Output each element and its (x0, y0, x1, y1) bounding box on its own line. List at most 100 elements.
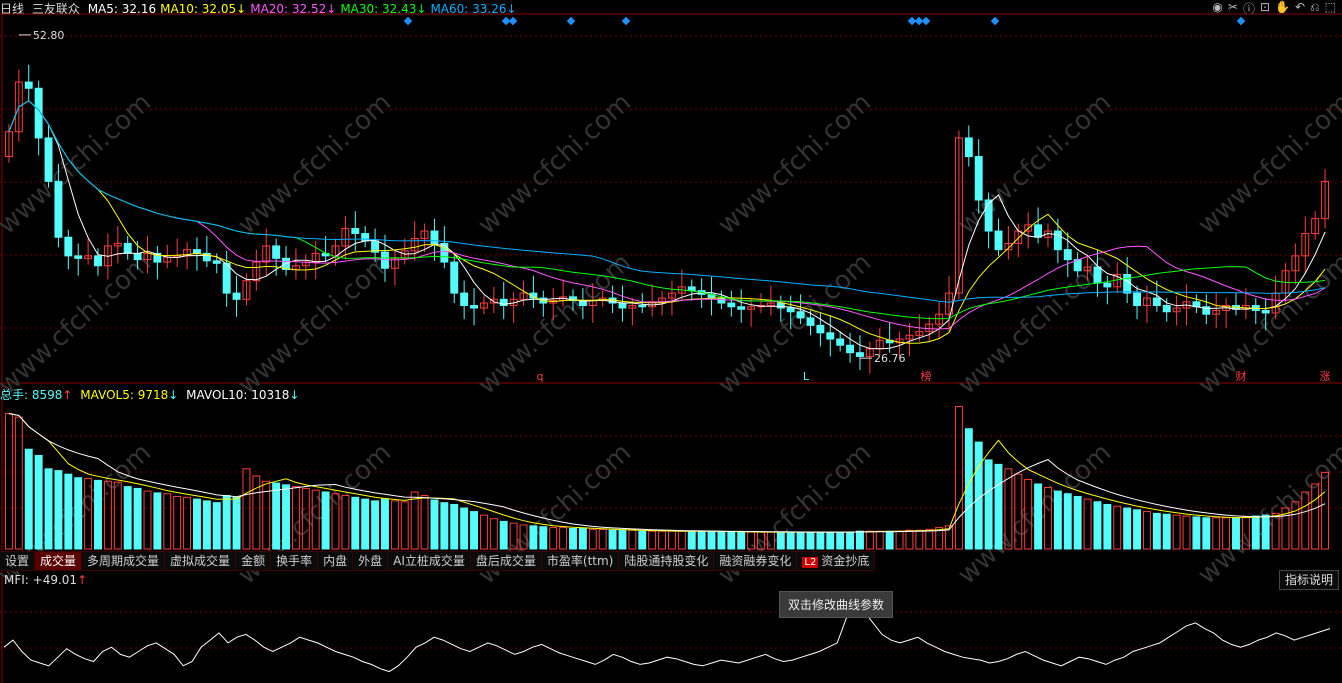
event-marker-label: L (803, 370, 810, 383)
candle-body (836, 338, 845, 346)
candle-body (796, 311, 805, 319)
candle-body (846, 344, 855, 354)
volume-total: 总手: 8598 (0, 388, 63, 402)
volume-bar (1113, 505, 1122, 550)
volume-bar (1182, 515, 1191, 550)
volume-bar (737, 531, 746, 550)
candle-body (717, 297, 726, 304)
volume-bar (410, 491, 419, 550)
volume-bar (351, 496, 360, 550)
candle-body (727, 302, 736, 308)
volume-bar (123, 486, 132, 550)
candle-body (964, 137, 973, 158)
volume-bar (143, 490, 152, 550)
volume-bar (479, 514, 488, 550)
ma10-line (8, 100, 1326, 344)
volume-bar (34, 454, 43, 550)
volume-bar (183, 496, 192, 550)
candle-body (776, 302, 785, 309)
tab-5[interactable]: 换手率 (271, 552, 319, 570)
candle-body (450, 261, 459, 294)
tab-2[interactable]: 多周期成交量 (82, 552, 166, 570)
tab-0[interactable]: 设置 (0, 552, 36, 570)
tab-label: 盘后成交量 (475, 554, 536, 568)
tab-12[interactable]: 融资融券变化 (714, 552, 798, 570)
volume-bar (895, 530, 904, 550)
tab-label: 资金抄底 (821, 554, 870, 568)
tab-7[interactable]: 外盘 (353, 552, 389, 570)
volume-bar (974, 441, 983, 550)
candle-body (381, 251, 389, 269)
volume-bar (1063, 493, 1072, 550)
volume-bar (865, 530, 874, 550)
volume-bar (272, 482, 281, 550)
volume-bar (638, 530, 647, 550)
tab-label: 设置 (5, 554, 30, 568)
tab-13[interactable]: L2 资金抄底 (797, 552, 876, 570)
event-marker-label: 财 (1236, 369, 1247, 383)
candle-body (1123, 273, 1132, 294)
volume-bar (133, 487, 142, 550)
volume-bar (618, 529, 627, 550)
volume-bar (1123, 507, 1132, 550)
volume-bar (697, 530, 706, 550)
candle-body (1261, 309, 1270, 314)
event-diamond-marker (508, 16, 518, 26)
tab-9[interactable]: 盘后成交量 (471, 552, 542, 570)
volume-bar (1034, 483, 1043, 550)
mfi-line (3, 599, 1331, 673)
event-diamond-marker (621, 16, 631, 26)
volume-bar (440, 502, 449, 550)
candle-body (470, 305, 479, 309)
volume-bar (776, 531, 785, 550)
mavol10-arrow: ↓ (289, 388, 300, 402)
volume-bar (628, 529, 637, 550)
volume-bar (1162, 513, 1171, 550)
volume-bar (559, 527, 568, 550)
tab-1[interactable]: 成交量 (35, 552, 83, 570)
watermark-text: www.cfchi.com (232, 248, 397, 401)
volume-bar (1152, 512, 1161, 550)
stock-chart[interactable]: www.cfchi.com www.cfchi.com www.cfchi.com w… (0, 0, 1342, 683)
volume-bar (400, 501, 409, 550)
volume-bar (420, 495, 429, 550)
tab-3[interactable]: 虚拟成交量 (165, 552, 237, 570)
event-marker-label: 涨 (1320, 370, 1331, 383)
tab-4[interactable]: 金额 (236, 552, 272, 570)
volume-bar (44, 468, 53, 550)
watermark-text: www.cfchi.com (232, 88, 397, 241)
candle-body (74, 255, 83, 259)
volume-bar (390, 500, 399, 550)
indicator-explain-button[interactable]: 指标说明 (1279, 570, 1339, 590)
low-price-label: 26.76 (874, 352, 906, 365)
tab-8[interactable]: AI立桩成交量 (388, 552, 471, 570)
candle-body (94, 255, 102, 267)
candle-body (440, 242, 449, 263)
event-diamond-marker (921, 16, 931, 26)
volume-bar (994, 463, 1003, 550)
tab-10[interactable]: 市盈率(ttm) (542, 552, 620, 570)
volume-bar (569, 528, 577, 550)
tab-11[interactable]: 陆股通持股变化 (619, 552, 715, 570)
tab-6[interactable]: 内盘 (318, 552, 354, 570)
volume-bar (282, 484, 290, 550)
candle-body (1034, 224, 1043, 238)
candle-body (222, 262, 231, 294)
volume-bar (687, 530, 696, 550)
candle-body (212, 260, 221, 264)
volume-bar (1172, 514, 1181, 550)
candle-body (44, 137, 53, 182)
volume-bar (1133, 509, 1142, 550)
volume-bar (232, 496, 241, 550)
volume-bar (470, 511, 479, 550)
candle-body (826, 332, 835, 340)
volume-bar (430, 499, 439, 550)
candle-body (272, 245, 281, 259)
volume-bar (905, 529, 914, 550)
volume-bar (539, 526, 548, 550)
volume-bar (1083, 498, 1092, 550)
volume-bar (925, 528, 934, 550)
l2-badge: L2 (802, 557, 819, 568)
volume-bar (677, 530, 686, 550)
volume-bar (1261, 514, 1270, 550)
